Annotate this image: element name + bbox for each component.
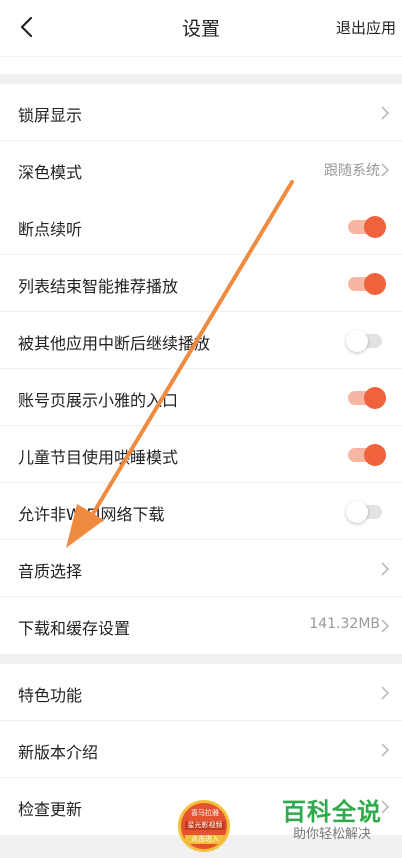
smart-recommend-toggle[interactable] — [346, 272, 386, 296]
setting-label: 断点续听 — [18, 220, 83, 239]
chevron-right-icon — [381, 619, 390, 633]
setting-value: 跟随系统 — [324, 163, 380, 179]
setting-featured-functions[interactable]: 特色功能 — [0, 664, 402, 721]
setting-dark-mode[interactable]: 深色模式 跟随系统 — [0, 141, 402, 198]
badge-line-2: 星光影视频 — [185, 821, 225, 830]
setting-kids-sleep-mode: 儿童节目使用哄睡模式 — [0, 426, 402, 483]
setting-audio-quality[interactable]: 音质选择 — [0, 540, 402, 597]
setting-label: 锁屏显示 — [18, 106, 83, 125]
chevron-right-icon — [381, 562, 390, 576]
setting-label: 深色模式 — [18, 163, 83, 182]
setting-continue-after-interrupt: 被其他应用中断后继续播放 — [0, 312, 402, 369]
playback-settings-group: 断点续听 列表结束智能推荐播放 被其他应用中断后继续播放 账号页展示小雅的入口 … — [0, 198, 402, 654]
setting-label: 被其他应用中断后继续播放 — [18, 334, 211, 353]
setting-download-cache[interactable]: 下载和缓存设置 141.32MB — [0, 597, 402, 654]
setting-label: 特色功能 — [18, 686, 83, 705]
setting-label: 新版本介绍 — [18, 743, 99, 762]
non-wifi-download-toggle[interactable] — [346, 500, 386, 524]
watermark-subtitle: 助你轻松解决 — [292, 827, 371, 842]
watermark: 百科全说 助你轻松解决 — [272, 798, 392, 844]
scrolled-section-edge — [0, 56, 402, 74]
chevron-right-icon — [381, 106, 390, 120]
setting-label: 账号页展示小雅的入口 — [18, 391, 179, 410]
setting-label: 音质选择 — [18, 562, 83, 581]
continue-after-interrupt-toggle[interactable] — [346, 329, 386, 353]
floating-promo-badge[interactable]: 喜马拉雅 星光影视频 点击进入 — [178, 800, 230, 852]
setting-non-wifi-download: 允许非WIFI网络下载 — [0, 483, 402, 540]
top-bar: 设置 退出应用 — [0, 0, 402, 56]
setting-smart-recommend: 列表结束智能推荐播放 — [0, 255, 402, 312]
setting-lock-screen-display[interactable]: 锁屏显示 — [0, 84, 402, 141]
chevron-right-icon — [381, 743, 390, 757]
badge-line-3: 点击进入 — [185, 835, 225, 844]
show-xiaoya-entry-toggle[interactable] — [346, 386, 386, 410]
setting-label: 儿童节目使用哄睡模式 — [18, 448, 179, 467]
exit-app-button[interactable]: 退出应用 — [336, 17, 396, 38]
setting-label: 检查更新 — [18, 800, 83, 819]
badge-line-1: 喜马拉雅 — [191, 809, 219, 817]
setting-label: 允许非WIFI网络下载 — [18, 505, 165, 524]
setting-resume-playback: 断点续听 — [0, 198, 402, 255]
resume-playback-toggle[interactable] — [346, 215, 386, 239]
setting-whats-new[interactable]: 新版本介绍 — [0, 721, 402, 778]
watermark-title: 百科全说 — [282, 798, 382, 826]
cache-size-value: 141.32MB — [309, 616, 380, 632]
setting-label: 列表结束智能推荐播放 — [18, 277, 179, 296]
kids-sleep-mode-toggle[interactable] — [346, 443, 386, 467]
setting-label: 下载和缓存设置 — [18, 619, 131, 638]
chevron-right-icon — [381, 163, 390, 177]
display-settings-group: 锁屏显示 深色模式 跟随系统 — [0, 84, 402, 198]
setting-show-xiaoya-entry: 账号页展示小雅的入口 — [0, 369, 402, 426]
chevron-right-icon — [381, 686, 390, 700]
